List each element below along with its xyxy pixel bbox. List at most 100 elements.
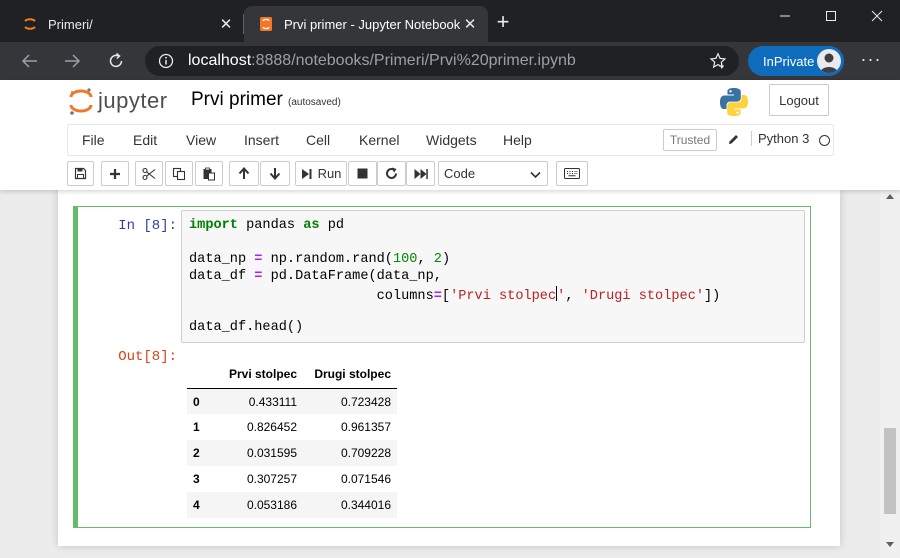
new-tab-button[interactable]: + bbox=[492, 11, 514, 34]
tab-primeri[interactable]: Primeri/ ✕ bbox=[8, 6, 244, 42]
back-button[interactable] bbox=[16, 47, 44, 75]
step-forward-icon bbox=[301, 168, 312, 179]
code-line-5: columns=['Prvi stolpec', 'Drugi stolpec'… bbox=[189, 286, 720, 304]
code-editor[interactable]: import pandas as pd data_np = np.random.… bbox=[181, 210, 805, 343]
copy-button[interactable] bbox=[165, 161, 193, 186]
kernel-idle-icon bbox=[819, 135, 830, 146]
restart-icon bbox=[386, 167, 397, 179]
dataframe-output: Prvi stolpec Drugi stolpec 0 0.433111 0.… bbox=[187, 360, 397, 518]
menu-file[interactable]: File bbox=[82, 132, 105, 148]
logout-button[interactable]: Logout bbox=[769, 84, 829, 116]
cut-button[interactable] bbox=[135, 161, 163, 186]
window-close-button[interactable] bbox=[854, 0, 900, 32]
arrow-right-icon bbox=[65, 54, 81, 68]
save-button[interactable] bbox=[67, 161, 94, 186]
menu-kernel[interactable]: Kernel bbox=[359, 132, 399, 148]
code-token: = bbox=[254, 252, 263, 267]
row-index: 4 bbox=[193, 498, 200, 512]
menu-help[interactable]: Help bbox=[503, 132, 532, 148]
menu-view[interactable]: View bbox=[186, 132, 216, 148]
code-token: 'Prvi stolpec bbox=[450, 289, 557, 304]
info-icon[interactable] bbox=[158, 53, 174, 69]
refresh-icon bbox=[109, 52, 123, 68]
plus-icon bbox=[110, 168, 120, 179]
row-index: 2 bbox=[193, 446, 200, 460]
cell-type-select[interactable]: Code bbox=[438, 161, 548, 186]
jupyter-logo[interactable]: jupyter bbox=[68, 86, 178, 116]
code-line-4: data_df = pd.DataFrame(data_np, bbox=[189, 269, 442, 284]
inprivate-button[interactable]: InPrivate bbox=[748, 46, 844, 76]
kernel-name: Python 3 bbox=[751, 131, 809, 146]
column-header: Drugi stolpec bbox=[303, 360, 397, 389]
paste-button[interactable] bbox=[195, 161, 223, 186]
row-index: 1 bbox=[193, 420, 200, 434]
url-host: localhost bbox=[188, 52, 252, 69]
pencil-icon[interactable] bbox=[727, 133, 740, 146]
table-row: 2 0.031595 0.709228 bbox=[187, 440, 397, 466]
browser-toolbar: localhost:8888/notebooks/Primeri/Prvi%20… bbox=[0, 42, 900, 80]
tab-close-icon[interactable]: ✕ bbox=[216, 14, 236, 34]
tab-prvi-primer[interactable]: Prvi primer - Jupyter Notebook ✕ bbox=[244, 6, 488, 42]
jupyter-logo-icon bbox=[69, 88, 93, 115]
code-token: = bbox=[433, 289, 442, 304]
url-path: :8888/notebooks/Primeri/Prvi%20primer.ip… bbox=[251, 52, 576, 69]
restart-kernel-button[interactable] bbox=[377, 161, 406, 186]
minimize-icon bbox=[780, 15, 790, 17]
code-token: ' bbox=[557, 289, 566, 304]
cell-type-value: Code bbox=[444, 166, 476, 181]
user-icon bbox=[820, 53, 838, 73]
notebook-title[interactable]: Prvi primer bbox=[191, 89, 283, 111]
menu-widgets[interactable]: Widgets bbox=[426, 132, 477, 148]
menu-cell[interactable]: Cell bbox=[306, 132, 330, 148]
menu-bar: File Edit View Insert Cell Kernel Widget… bbox=[67, 124, 834, 156]
menu-edit[interactable]: Edit bbox=[133, 132, 157, 148]
jupyter-notebook-favicon bbox=[260, 17, 272, 31]
save-icon bbox=[74, 167, 87, 180]
close-icon bbox=[871, 10, 883, 22]
address-bar[interactable]: localhost:8888/notebooks/Primeri/Prvi%20… bbox=[145, 46, 739, 76]
move-down-button[interactable] bbox=[260, 161, 290, 186]
jupyter-logo-text: jupyter bbox=[98, 88, 168, 113]
restart-run-all-button[interactable] bbox=[406, 161, 435, 186]
forward-button[interactable] bbox=[58, 47, 86, 75]
autosave-status: (autosaved) bbox=[288, 97, 341, 108]
copy-icon bbox=[172, 167, 186, 180]
inprivate-label: InPrivate bbox=[763, 53, 815, 69]
move-up-button[interactable] bbox=[229, 161, 259, 186]
table-cell: 0.307257 bbox=[246, 472, 297, 486]
scroll-up-arrow-icon[interactable] bbox=[886, 194, 894, 199]
more-menu-button[interactable]: ··· bbox=[858, 48, 884, 74]
maximize-button[interactable] bbox=[808, 0, 854, 32]
scrollbar-thumb[interactable] bbox=[884, 428, 896, 514]
tab-close-icon[interactable]: ✕ bbox=[460, 14, 480, 34]
command-palette-button[interactable] bbox=[556, 161, 588, 186]
insert-cell-button[interactable] bbox=[101, 161, 129, 186]
chevron-down-icon bbox=[530, 171, 541, 179]
fast-forward-icon bbox=[414, 168, 428, 179]
star-icon[interactable] bbox=[709, 52, 727, 70]
minimize-button[interactable] bbox=[762, 0, 808, 32]
table-cell: 0.031595 bbox=[246, 446, 297, 460]
table-cell: 0.826452 bbox=[246, 420, 297, 434]
keyboard-icon bbox=[564, 168, 580, 179]
refresh-button[interactable] bbox=[102, 47, 130, 75]
trusted-indicator[interactable]: Trusted bbox=[663, 129, 717, 151]
page-scrollbar[interactable] bbox=[880, 190, 900, 558]
code-token: = bbox=[254, 269, 263, 284]
jupyter-favicon bbox=[24, 18, 36, 30]
table-row: 0 0.433111 0.723428 bbox=[187, 388, 397, 414]
jupyter-header: jupyter Prvi primer (autosaved) Logout F… bbox=[0, 80, 900, 190]
column-header: Prvi stolpec bbox=[207, 360, 303, 389]
python-logo-icon bbox=[720, 88, 748, 116]
row-index: 3 bbox=[193, 472, 200, 486]
menu-insert[interactable]: Insert bbox=[244, 132, 279, 148]
code-line-3: data_np = np.random.rand(100, 2) bbox=[189, 252, 451, 267]
run-button[interactable]: Run bbox=[295, 161, 347, 186]
code-token: 'Drugi stolpec' bbox=[581, 289, 705, 304]
table-cell: 0.344016 bbox=[340, 498, 391, 512]
table-row: 3 0.307257 0.071546 bbox=[187, 466, 397, 492]
run-label: Run bbox=[317, 166, 342, 181]
arrow-down-icon bbox=[269, 168, 281, 180]
scroll-down-arrow-icon[interactable] bbox=[886, 542, 894, 547]
interrupt-button[interactable] bbox=[348, 161, 377, 186]
